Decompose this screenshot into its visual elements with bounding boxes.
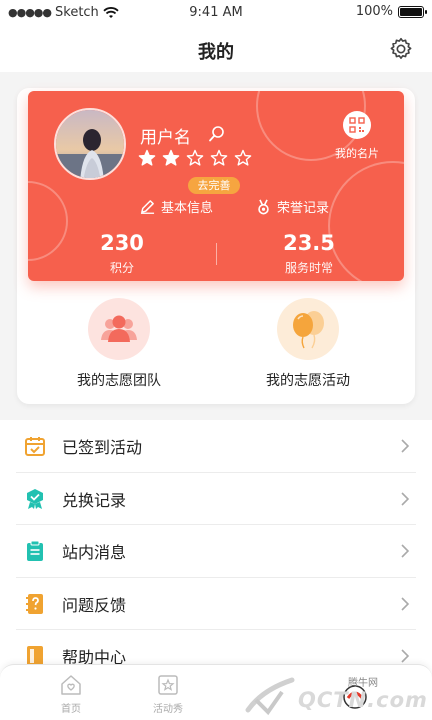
tab-home-label: 首页 <box>61 704 81 715</box>
my-card-label: 我的名片 <box>335 147 379 160</box>
menu-item-signed-activities[interactable]: 已签到活动 <box>0 420 432 473</box>
watermark-brand: QCTN.com <box>298 688 428 712</box>
chevron-right-icon <box>401 596 410 611</box>
stat-divider <box>216 243 217 265</box>
edit-icon <box>140 200 155 214</box>
points-stat[interactable]: 230 积分 <box>47 231 197 276</box>
chevron-right-icon <box>401 649 410 663</box>
gear-icon[interactable] <box>388 36 414 62</box>
honor-record-label: 荣誉记录 <box>277 201 330 216</box>
menu-item-site-messages[interactable]: 站内消息 <box>0 525 432 578</box>
star-empty-icon <box>210 149 228 166</box>
tab-activity-show-label: 活动秀 <box>153 704 183 715</box>
chevron-right-icon <box>401 491 410 506</box>
star-filled-icon <box>138 149 156 166</box>
calendar-check-icon <box>25 437 45 457</box>
watermark-swoosh <box>245 677 295 716</box>
page-title: 我的 <box>198 42 234 63</box>
username: 用户名 <box>140 128 191 148</box>
watermark-site-name: 腾牛网 <box>348 678 378 689</box>
search-user-icon[interactable] <box>208 125 226 143</box>
my-activity-button[interactable]: 我的志愿活动 <box>228 298 388 390</box>
my-team-button[interactable]: 我的志愿团队 <box>39 298 199 390</box>
chevron-right-icon <box>401 439 410 453</box>
profile-card: 用户名 去完善 我的名片 基本信息 荣誉记录 230 积分 23.5 服务时常 <box>28 91 404 281</box>
menu-item-label: 站内消息 <box>62 543 127 563</box>
status-bar: ●●●●● Sketch 9:41 AM 100% <box>0 0 432 26</box>
service-hours-label: 服务时常 <box>284 261 333 275</box>
qr-code-icon <box>349 117 365 133</box>
balloon-icon <box>293 311 324 349</box>
question-notebook-icon <box>26 593 43 614</box>
points-value: 230 <box>100 231 144 255</box>
avatar[interactable] <box>54 108 126 180</box>
nav-bar: 我的 <box>0 26 432 72</box>
tab-activity-show[interactable]: 活动秀 <box>133 673 203 715</box>
menu-item-feedback[interactable]: 问题反馈 <box>0 578 432 630</box>
avatar-image <box>56 110 124 178</box>
menu-list: 已签到活动 兑换记录 站内消息 问题反馈 帮助中心 <box>0 420 432 683</box>
medal-icon <box>258 199 269 214</box>
my-activity-label: 我的志愿活动 <box>266 373 350 389</box>
battery-icon <box>398 5 427 18</box>
tab-home[interactable]: 首页 <box>36 673 106 715</box>
my-team-label: 我的志愿团队 <box>77 373 161 389</box>
service-hours-stat[interactable]: 23.5 服务时常 <box>234 231 384 276</box>
honor-record-link[interactable]: 荣誉记录 <box>256 197 329 216</box>
clipboard-icon <box>27 540 43 562</box>
battery-percent: 100% <box>355 4 393 19</box>
menu-item-label: 兑换记录 <box>62 490 127 510</box>
badge-icon <box>27 488 43 509</box>
star-empty-icon <box>234 149 252 166</box>
points-label: 积分 <box>109 261 134 275</box>
menu-item-label: 问题反馈 <box>62 595 127 615</box>
home-icon <box>61 675 81 695</box>
star-filled-icon <box>162 149 180 166</box>
team-icon <box>101 315 137 342</box>
my-card-button[interactable]: 我的名片 <box>326 111 388 161</box>
service-hours-value: 23.5 <box>283 231 335 255</box>
complete-profile-badge[interactable]: 去完善 <box>188 177 240 194</box>
menu-item-label: 已签到活动 <box>62 438 143 458</box>
chevron-right-icon <box>401 544 410 558</box>
star-empty-icon <box>186 149 204 166</box>
star-square-icon <box>158 675 178 695</box>
rating-stars <box>138 149 252 167</box>
watermark-logo: QCTN.com 腾牛网 <box>238 670 428 718</box>
basic-info-label: 基本信息 <box>161 201 214 216</box>
menu-item-exchange-records[interactable]: 兑换记录 <box>0 473 432 525</box>
basic-info-link[interactable]: 基本信息 <box>140 197 213 216</box>
